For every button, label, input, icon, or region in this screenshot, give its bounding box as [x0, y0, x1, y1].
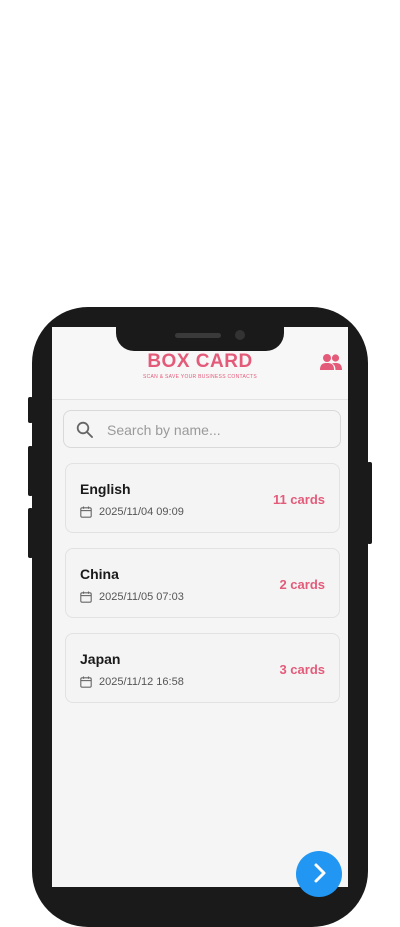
search-input[interactable]: Search by name... [63, 410, 341, 448]
group-card-count: 3 cards [279, 662, 325, 677]
calendar-icon [80, 676, 92, 688]
group-card-china[interactable]: China 2025/11/05 07:03 2 cards [65, 548, 340, 618]
phone-notch [116, 325, 284, 351]
next-fab-button[interactable] [296, 851, 342, 897]
group-card-count: 11 cards [272, 492, 325, 507]
group-name: China [80, 566, 119, 582]
phone-side-button [28, 508, 33, 558]
brand-logo: BOX CARD [147, 351, 253, 372]
users-icon[interactable] [320, 353, 342, 371]
group-card-count: 2 cards [279, 577, 325, 592]
phone-speaker [175, 333, 221, 338]
group-date: 2025/11/05 07:03 [99, 591, 184, 603]
search-placeholder: Search by name... [107, 422, 221, 438]
group-date: 2025/11/12 16:58 [99, 676, 184, 688]
group-card-english[interactable]: English 2025/11/04 09:09 11 cards [65, 463, 340, 533]
brand-tagline: SCAN & SAVE YOUR BUSINESS CONTACTS [142, 374, 258, 380]
phone-side-button [28, 446, 33, 496]
group-date: 2025/11/04 09:09 [99, 506, 184, 518]
phone-side-button [28, 397, 33, 423]
calendar-icon [80, 506, 92, 518]
group-name: English [80, 481, 131, 497]
search-icon [76, 421, 93, 438]
next-icon [314, 863, 326, 883]
calendar-icon [80, 591, 92, 603]
group-card-japan[interactable]: Japan 2025/11/12 16:58 3 cards [65, 633, 340, 703]
group-name: Japan [80, 651, 121, 667]
phone-side-button [367, 462, 372, 544]
phone-camera [235, 330, 245, 340]
